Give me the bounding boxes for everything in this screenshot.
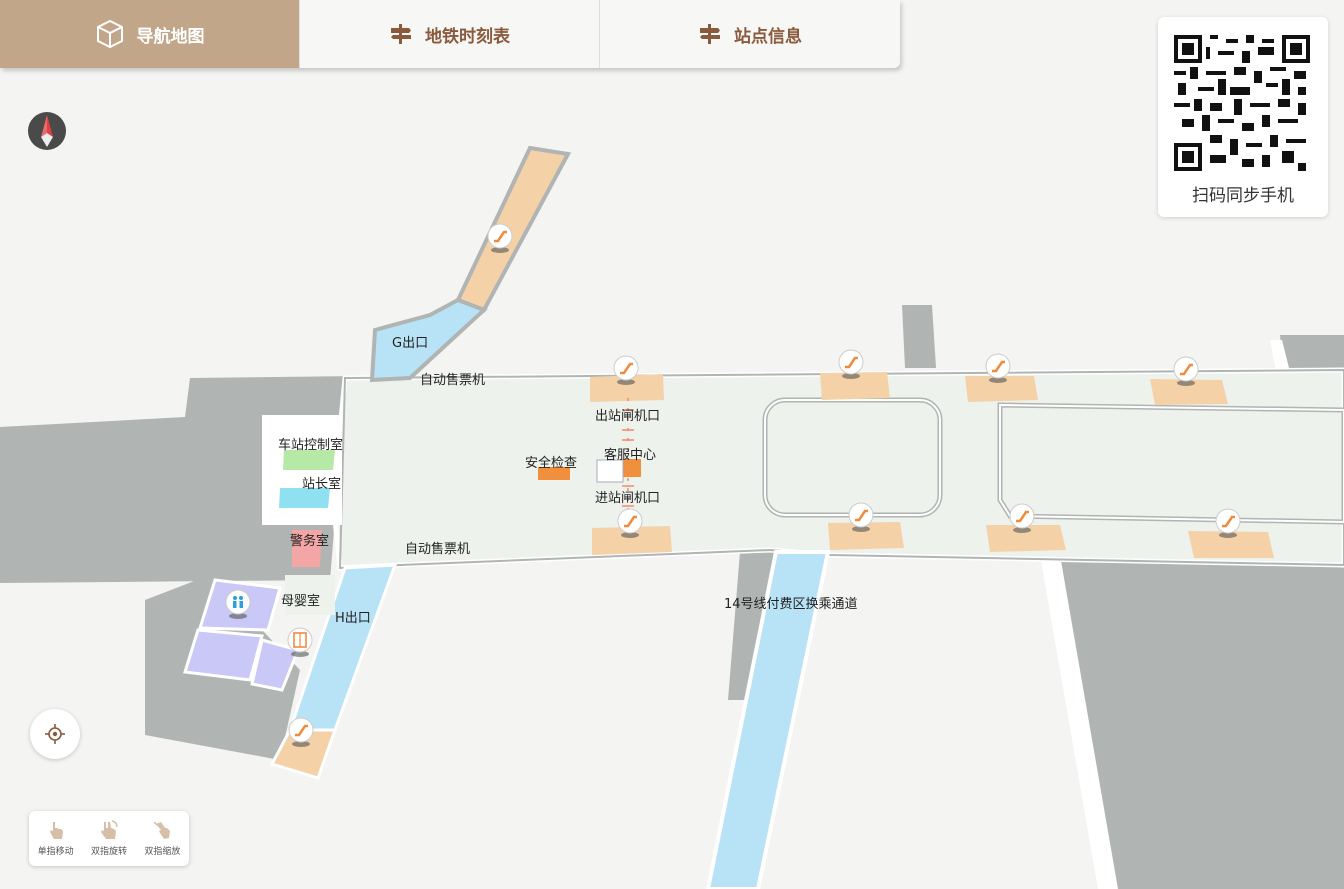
- tab-label: 导航地图: [136, 26, 205, 47]
- qr-label: 扫码同步手机: [1192, 186, 1294, 206]
- two-finger-rotate-icon: [100, 820, 118, 839]
- indoor-map[interactable]: G出口 自动售票机 出站闸机口 车站控制室 客服中心 安全检查 站长室 进站闸机…: [0, 0, 1344, 889]
- signpost-icon: [700, 24, 720, 44]
- tab-label: 地铁时刻表: [425, 26, 510, 47]
- gesture-label: 双指旋转: [90, 847, 127, 857]
- tab-navigation-map[interactable]: 导航地图: [0, 0, 300, 68]
- label-entry-gate: 进站闸机口: [595, 491, 660, 506]
- compass-icon: [28, 112, 66, 150]
- tab-station-info[interactable]: 站点信息: [600, 0, 900, 68]
- crosshair-icon: [45, 724, 65, 744]
- tab-label: 站点信息: [734, 26, 802, 47]
- tab-subway-timetable[interactable]: 地铁时刻表: [300, 0, 600, 68]
- gesture-two-finger-zoom: 双指缩放: [144, 811, 180, 857]
- qr-code-icon: [1174, 35, 1310, 171]
- label-h-exit: H出口: [335, 611, 371, 626]
- gesture-two-finger-rotate: 双指旋转: [91, 811, 127, 857]
- label-security-check: 安全检查: [525, 455, 577, 471]
- label-transfer-passage: 14号线付费区换乘通道: [724, 597, 858, 612]
- qr-sync-card[interactable]: 扫码同步手机: [1158, 17, 1328, 217]
- two-finger-zoom-icon: [153, 821, 171, 839]
- gesture-hints: 单指移动 双指旋转 双指缩放: [29, 811, 189, 866]
- top-tab-bar: 导航地图 地铁时刻表 站点信息: [0, 0, 900, 68]
- compass-button[interactable]: [27, 111, 67, 151]
- signpost-icon: [391, 24, 411, 44]
- cube-icon: [96, 19, 123, 49]
- label-police-room: 警务室: [290, 533, 329, 549]
- label-ticket-machine-top: 自动售票机: [420, 372, 485, 388]
- label-ticket-machine-bottom: 自动售票机: [405, 541, 470, 557]
- one-finger-move-icon: [49, 822, 63, 839]
- gesture-one-finger-move: 单指移动: [38, 811, 74, 857]
- label-nursery: 母婴室: [281, 593, 320, 609]
- label-g-exit: G出口: [392, 336, 428, 351]
- gesture-label: 双指缩放: [144, 847, 181, 857]
- gesture-label: 单指移动: [37, 847, 74, 857]
- label-service-center: 客服中心: [604, 447, 656, 463]
- locate-button[interactable]: [30, 709, 80, 759]
- label-control-room: 车站控制室: [278, 437, 343, 453]
- label-master-room: 站长室: [302, 476, 341, 492]
- label-exit-gate: 出站闸机口: [595, 409, 660, 424]
